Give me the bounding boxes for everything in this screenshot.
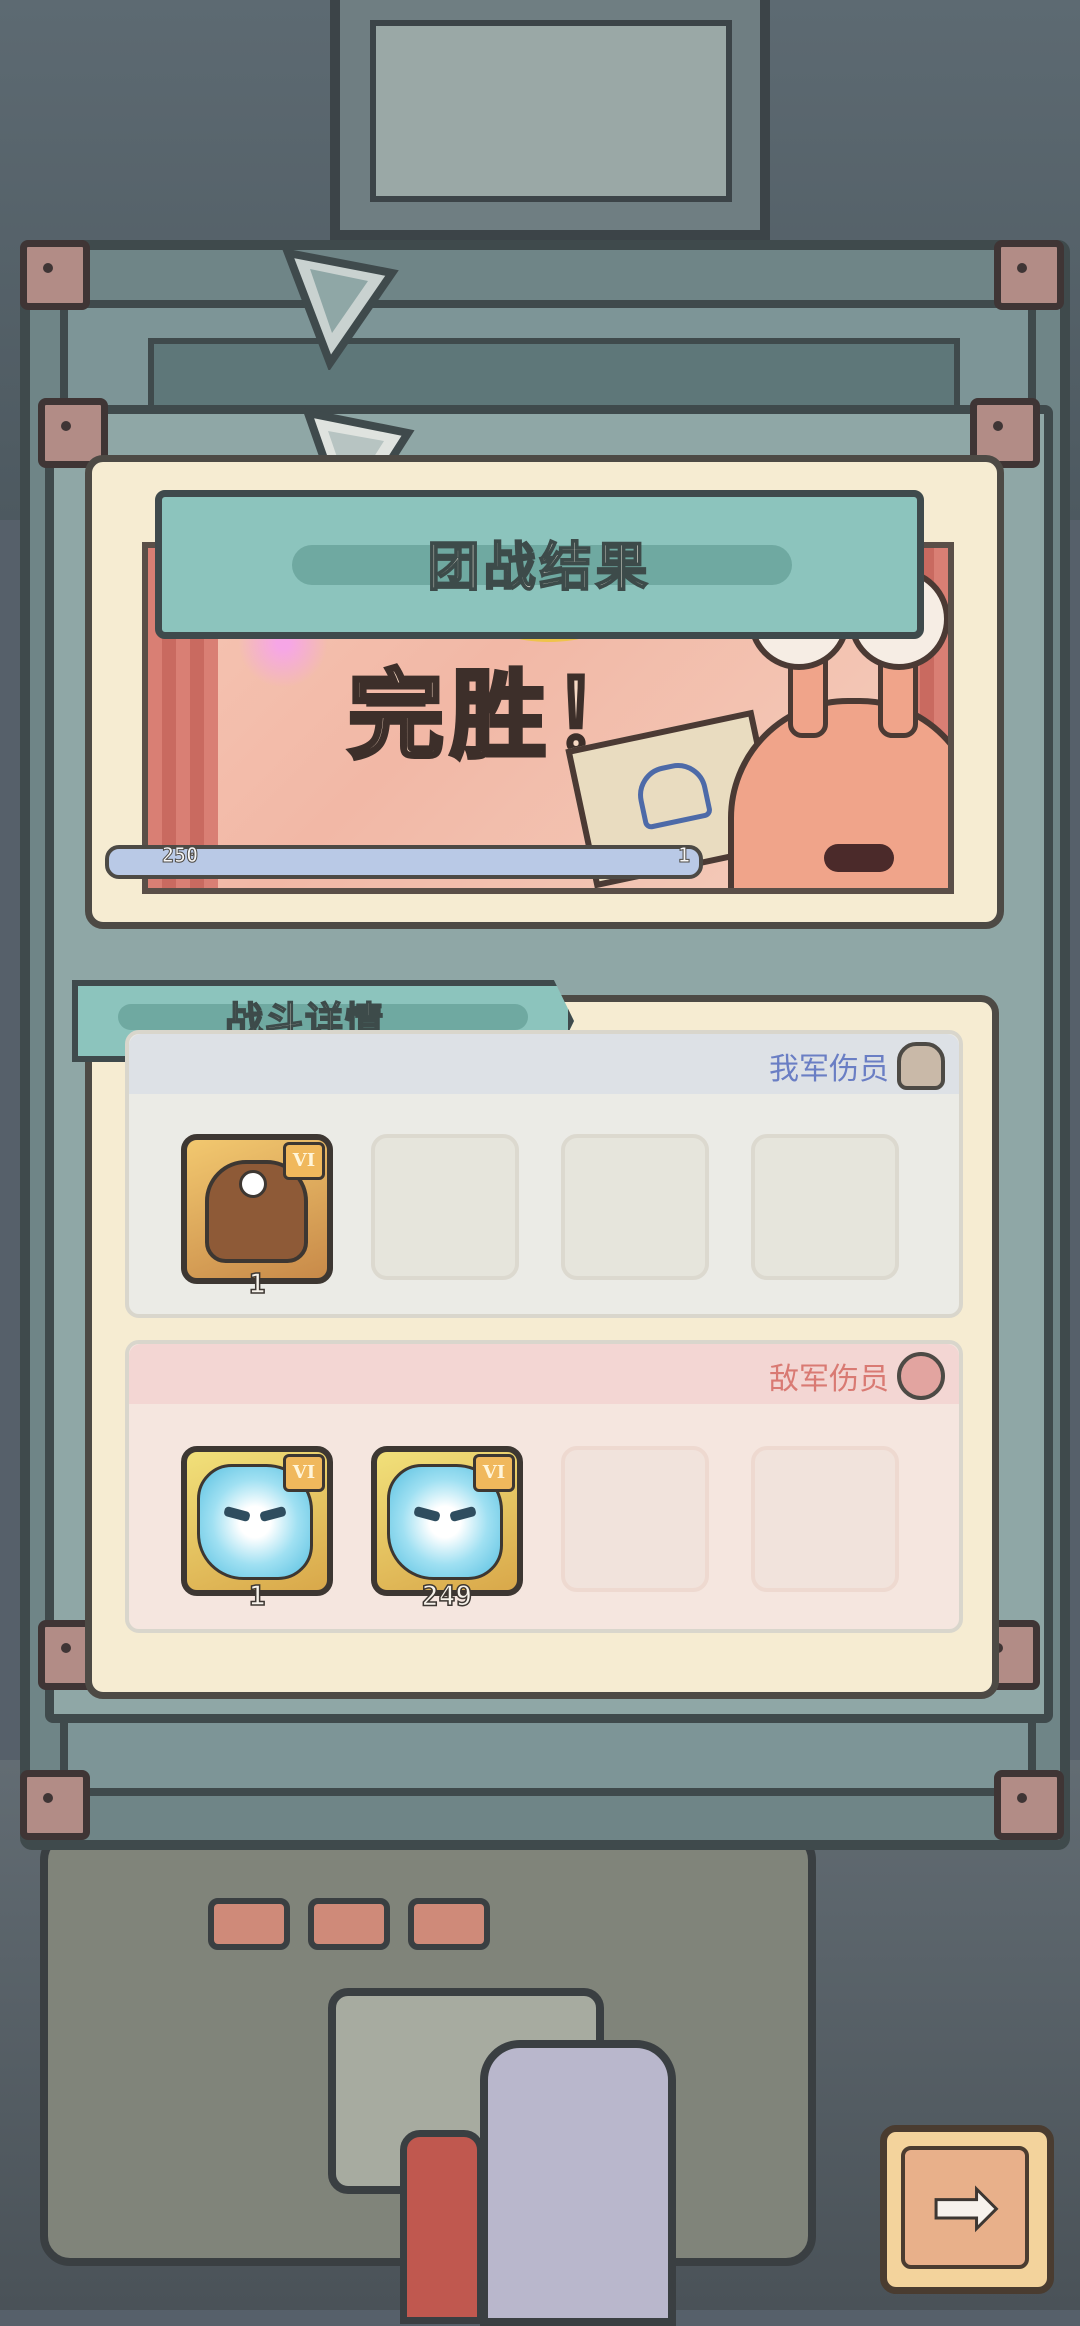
title-banner: 团战结果	[155, 490, 924, 639]
enemy-casualties-panel: 敌军伤员 VI 1 VI 249	[125, 1340, 963, 1633]
unit-count: 1	[248, 1578, 266, 1613]
rank-badge: VI	[283, 1454, 325, 1492]
empty-unit-slot	[751, 1446, 899, 1592]
unit-slot[interactable]: VI 1	[181, 1134, 333, 1301]
snail-mascot	[728, 698, 948, 888]
fire-extinguisher-decoration	[400, 2130, 484, 2324]
frame-rivet	[994, 240, 1064, 310]
progress-right-value: 1	[677, 843, 691, 868]
frame-rivet	[20, 1770, 90, 1840]
enemy-casualties-label: 敌军伤员	[769, 1362, 889, 1397]
page-title: 团战结果	[426, 537, 652, 599]
bottle-decoration	[480, 2040, 676, 2326]
enemy-casualties-header: 敌军伤员	[129, 1344, 959, 1404]
background-window	[330, 0, 770, 240]
next-button-face: ➡	[901, 2146, 1029, 2269]
empty-unit-slot	[751, 1134, 899, 1280]
empty-unit-slot	[561, 1446, 709, 1592]
ally-casualties-header: 我军伤员	[129, 1034, 959, 1094]
ally-casualties-panel: 我军伤员 VI 1	[125, 1030, 963, 1318]
unit-slot[interactable]: VI 1	[181, 1446, 333, 1613]
empty-unit-slot	[371, 1134, 519, 1280]
snail-icon	[897, 1042, 945, 1090]
unit-slot[interactable]: VI 249	[371, 1446, 523, 1613]
next-button[interactable]: ➡	[880, 2125, 1054, 2294]
rank-badge: VI	[473, 1454, 515, 1492]
frame-rivet	[994, 1770, 1064, 1840]
progress-left-value: 250	[161, 843, 199, 868]
rank-badge: VI	[283, 1142, 325, 1180]
frame-rivet	[20, 240, 90, 310]
ally-casualties-label: 我军伤员	[769, 1052, 889, 1087]
arrow-right-icon: ➡	[930, 2160, 1000, 2253]
triangle-emblem-icon	[281, 247, 399, 370]
unit-count: 249	[421, 1578, 473, 1613]
empty-unit-slot	[561, 1134, 709, 1280]
unit-count: 1	[248, 1266, 266, 1301]
enemy-avatar-icon	[897, 1352, 945, 1400]
